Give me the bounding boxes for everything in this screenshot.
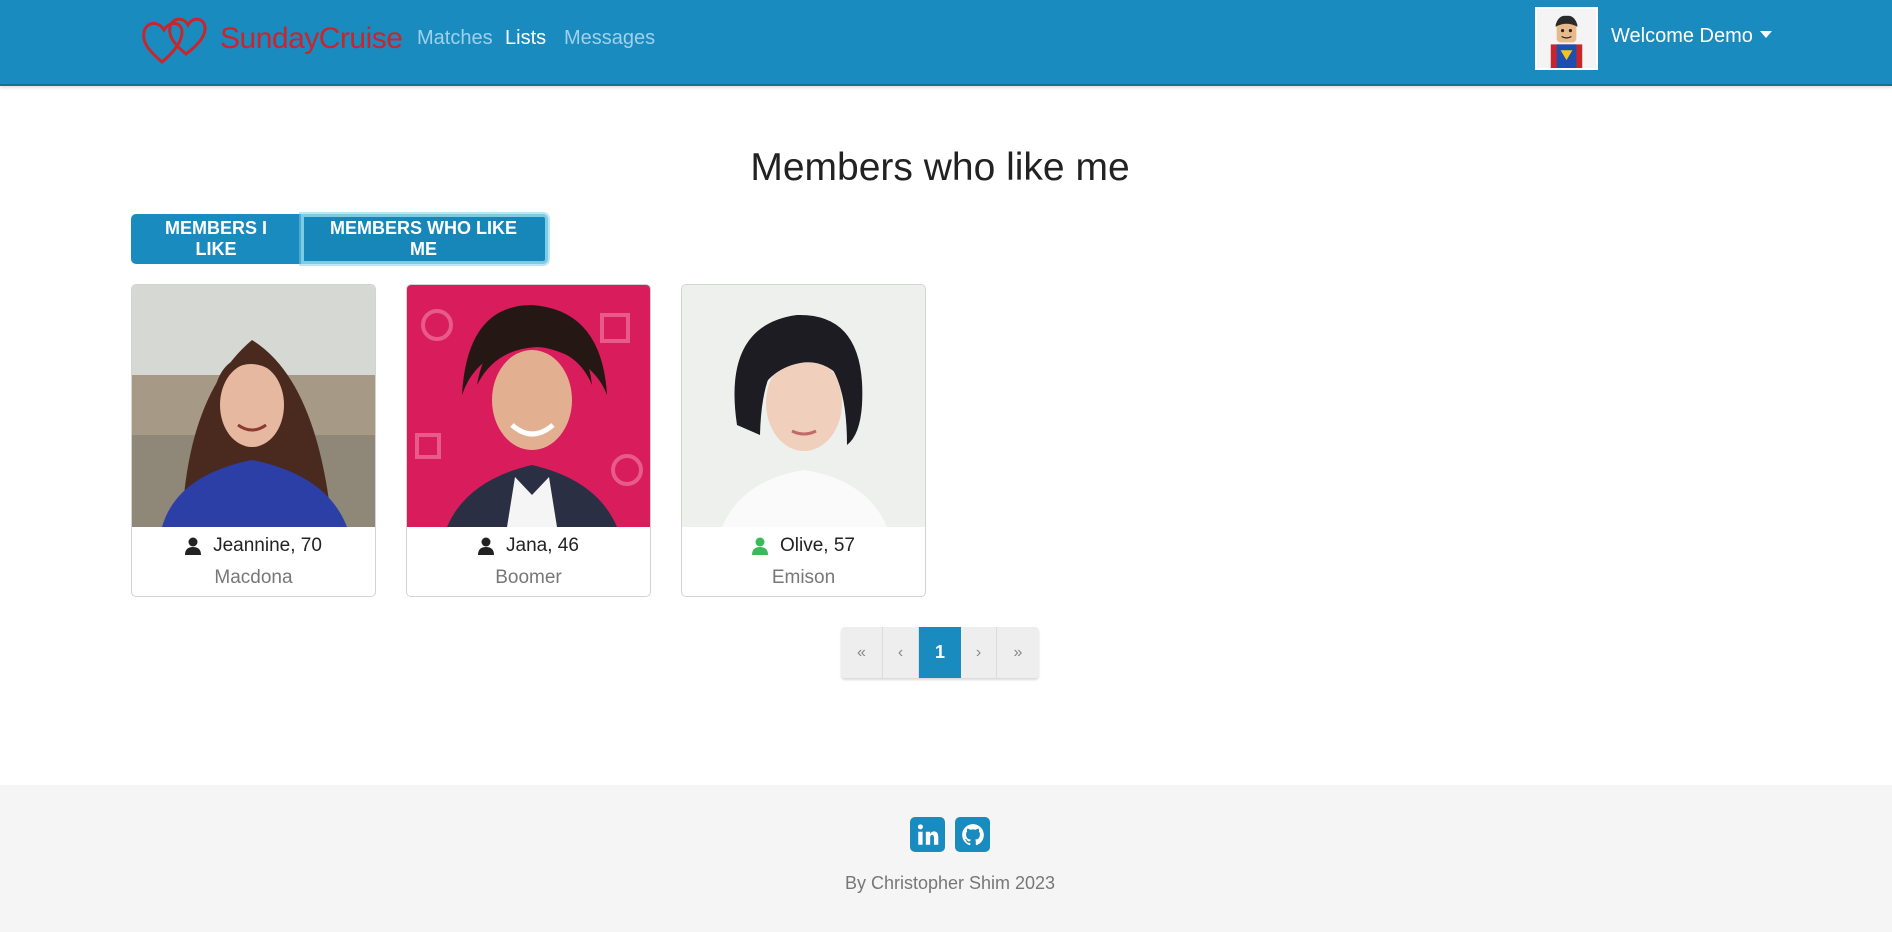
tab-members-who-like-me[interactable]: MEMBERS WHO LIKE ME bbox=[301, 214, 548, 264]
social-links bbox=[910, 817, 990, 852]
nav-lists[interactable]: Lists bbox=[505, 27, 546, 50]
pagination: « ‹ 1 › » bbox=[841, 627, 1039, 678]
member-name: Jeannine, 70 bbox=[213, 535, 322, 556]
user-menu-toggle[interactable]: Welcome Demo bbox=[1611, 25, 1772, 48]
member-name-row: Olive, 57 bbox=[682, 535, 925, 557]
member-city: Emison bbox=[771, 567, 836, 588]
page-next-button[interactable]: › bbox=[961, 627, 997, 678]
member-card[interactable]: Jeannine, 70 Macdona bbox=[131, 284, 376, 597]
caret-down-icon bbox=[1759, 31, 1772, 38]
brand[interactable]: SundayCruise bbox=[140, 10, 403, 68]
github-icon[interactable] bbox=[955, 817, 990, 852]
user-icon bbox=[478, 537, 495, 555]
nav-messages[interactable]: Messages bbox=[564, 27, 655, 50]
member-name-row: Jeannine, 70 bbox=[132, 535, 375, 557]
page-title: Members who like me bbox=[750, 146, 1130, 189]
member-name-row: Jana, 46 bbox=[407, 535, 650, 557]
member-card[interactable]: Olive, 57 Emison bbox=[681, 284, 926, 597]
footer: By Christopher Shim 2023 bbox=[0, 785, 1892, 932]
member-photo bbox=[407, 285, 650, 527]
tab-members-i-like[interactable]: MEMBERS I LIKE bbox=[131, 214, 301, 264]
welcome-text: Welcome Demo bbox=[1611, 25, 1753, 47]
member-city: Macdona bbox=[214, 567, 293, 588]
user-avatar[interactable] bbox=[1535, 7, 1598, 70]
member-name: Olive, 57 bbox=[780, 535, 855, 556]
member-name: Jana, 46 bbox=[506, 535, 579, 556]
page-last-button[interactable]: » bbox=[997, 627, 1039, 678]
member-photo bbox=[132, 285, 375, 527]
member-card[interactable]: Jana, 46 Boomer bbox=[406, 284, 651, 597]
nav-matches[interactable]: Matches bbox=[417, 27, 493, 50]
superman-avatar-icon bbox=[1537, 9, 1596, 68]
brand-name: SundayCruise bbox=[220, 22, 403, 55]
member-city: Boomer bbox=[495, 567, 562, 588]
page-current-button[interactable]: 1 bbox=[919, 627, 961, 678]
copyright-text: By Christopher Shim 2023 bbox=[844, 873, 1056, 893]
page-prev-button[interactable]: ‹ bbox=[883, 627, 919, 678]
hearts-logo-icon bbox=[142, 17, 207, 64]
list-type-tabs: MEMBERS I LIKE MEMBERS WHO LIKE ME bbox=[131, 214, 548, 264]
navbar: SundayCruise Matches Lists Messages Welc… bbox=[0, 0, 1892, 86]
page-first-button[interactable]: « bbox=[841, 627, 883, 678]
member-photo bbox=[682, 285, 925, 527]
user-icon bbox=[185, 537, 202, 555]
user-online-icon bbox=[752, 537, 768, 555]
linkedin-icon[interactable] bbox=[910, 817, 945, 852]
